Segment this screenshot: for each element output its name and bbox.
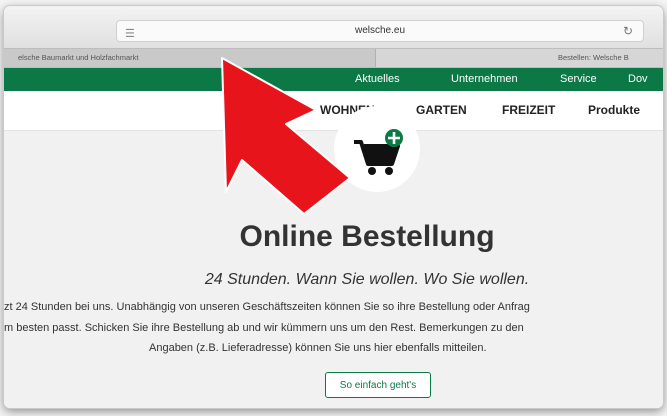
red-arrow-annotation	[221, 57, 351, 215]
browser-window: ☰ welsche.eu ↻ elsche Baumarkt und Holzf…	[4, 6, 663, 408]
